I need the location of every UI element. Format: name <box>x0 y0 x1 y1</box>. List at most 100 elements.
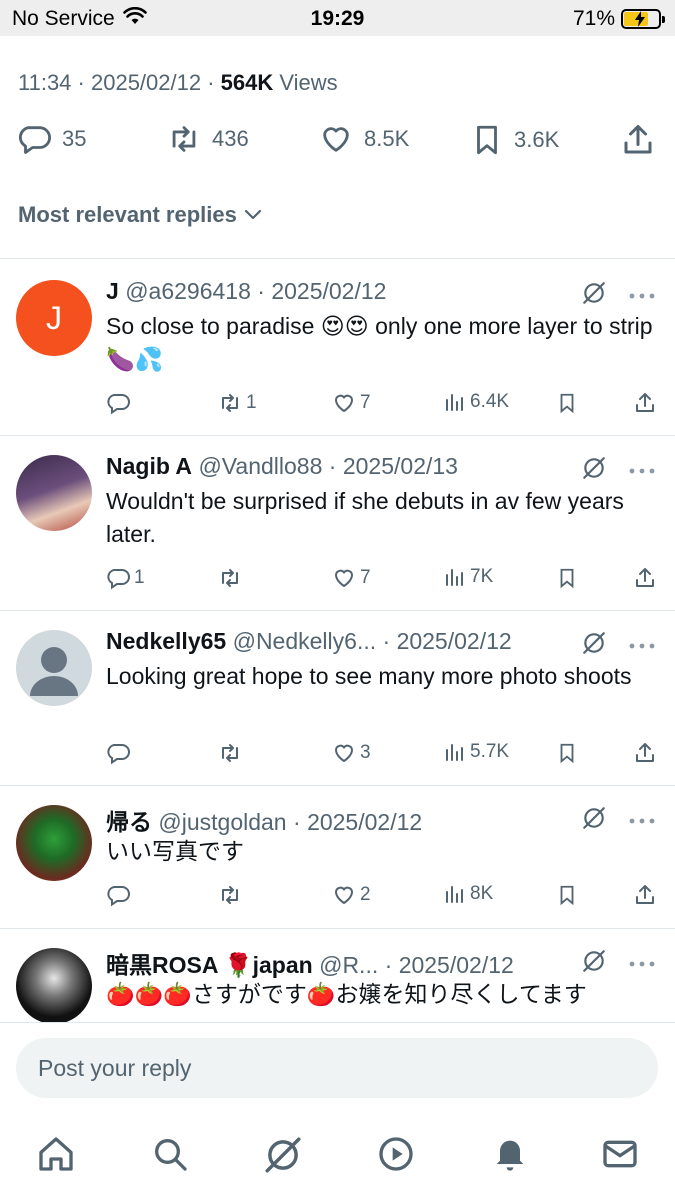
views-button[interactable]: 5.7K <box>444 741 509 763</box>
bottom-tab-bar <box>0 1120 675 1200</box>
reply-date: 2025/02/12 <box>396 628 512 654</box>
reply-date: 2025/02/12 <box>271 278 387 304</box>
handle[interactable]: @justgoldan <box>158 809 286 835</box>
reply-count: 35 <box>62 126 87 151</box>
display-name[interactable]: Nagib A <box>106 453 192 479</box>
divider <box>0 258 675 259</box>
play-icon <box>376 1137 416 1178</box>
reply-item[interactable]: 暗黒ROSA 🌹japan @R... · 2025/02/12 🍅🍅🍅さすがで… <box>0 946 675 1022</box>
repost-count: 436 <box>212 126 249 151</box>
more-icon[interactable] <box>629 637 655 655</box>
grok-icon[interactable] <box>581 948 607 979</box>
reply-header: J @a6296418 · 2025/02/12 <box>106 278 387 304</box>
home-tab[interactable] <box>36 1134 76 1179</box>
display-name[interactable]: J <box>106 278 119 304</box>
grok-icon[interactable] <box>581 455 607 486</box>
divider <box>0 610 675 611</box>
reply-actions: 1 7 6.4K <box>106 391 661 421</box>
post-date: 2025/02/12 <box>90 70 202 95</box>
post-meta: 11:34 · 2025/02/12 · 564K Views <box>18 70 338 95</box>
video-tab[interactable] <box>376 1134 416 1179</box>
reply-input[interactable]: Post your reply <box>16 1038 658 1098</box>
like-button[interactable]: 2 <box>332 883 371 907</box>
repost-icon <box>166 122 202 156</box>
bookmark-button[interactable] <box>556 391 578 415</box>
reply-actions: 3 5.7K <box>106 741 661 771</box>
share-button[interactable] <box>633 883 657 907</box>
share-button[interactable] <box>633 391 657 415</box>
share-button[interactable] <box>620 122 656 158</box>
like-stat[interactable]: 8.5K <box>318 122 409 156</box>
more-icon[interactable] <box>629 462 655 480</box>
battery-percent: 71% <box>572 7 615 30</box>
repost-stat[interactable]: 436 <box>166 122 249 156</box>
search-icon <box>150 1139 190 1178</box>
display-name[interactable]: 帰る <box>106 809 152 835</box>
reply-item[interactable]: Nedkelly65 @Nedkelly6... · 2025/02/12 Lo… <box>0 628 675 784</box>
reply-actions: 2 8K <box>106 883 661 913</box>
handle[interactable]: @Nedkelly6... <box>233 628 377 654</box>
display-name[interactable]: 暗黒ROSA 🌹japan <box>106 952 313 978</box>
handle[interactable]: @a6296418 <box>125 278 251 304</box>
reply-item[interactable]: 帰る @justgoldan · 2025/02/12 いい写真です 2 8K <box>0 803 675 927</box>
display-name[interactable]: Nedkelly65 <box>106 628 226 654</box>
reply-header: 帰る @justgoldan · 2025/02/12 <box>106 809 423 835</box>
reply-header: 暗黒ROSA 🌹japan @R... · 2025/02/12 <box>106 952 514 978</box>
like-button[interactable]: 7 <box>332 566 371 590</box>
grok-icon[interactable] <box>581 630 607 661</box>
divider <box>0 1022 675 1023</box>
grok-icon[interactable] <box>581 805 607 836</box>
reply-text: Looking great hope to see many more phot… <box>106 663 632 689</box>
repost-button[interactable] <box>218 883 246 907</box>
bookmark-button[interactable] <box>556 741 578 765</box>
search-tab[interactable] <box>150 1134 190 1179</box>
handle[interactable]: @Vandllo88 <box>198 453 322 479</box>
handle[interactable]: @R... <box>319 952 378 978</box>
reply-item[interactable]: Nagib A @Vandllo88 · 2025/02/13 Wouldn't… <box>0 453 675 609</box>
reply-sort-label: Most relevant replies <box>18 202 237 227</box>
like-button[interactable]: 7 <box>332 391 371 415</box>
reply-button[interactable]: 1 <box>106 566 145 590</box>
like-button[interactable]: 3 <box>332 741 371 765</box>
views-count: 564K <box>220 70 274 95</box>
status-bar: No Service 19:29 71% <box>0 0 675 36</box>
reply-icon <box>16 122 52 156</box>
more-icon[interactable] <box>629 287 655 305</box>
reply-text: So close to paradise 😍😍 only one more la… <box>106 313 653 372</box>
avatar[interactable] <box>16 948 92 1022</box>
share-button[interactable] <box>633 741 657 765</box>
share-button[interactable] <box>633 566 657 590</box>
repost-button[interactable]: 1 <box>218 391 257 415</box>
avatar[interactable] <box>16 805 92 881</box>
reply-button[interactable] <box>106 741 134 765</box>
reply-button[interactable] <box>106 883 134 907</box>
reply-stat[interactable]: 35 <box>16 122 86 156</box>
reply-sort-dropdown[interactable]: Most relevant replies <box>18 202 263 228</box>
bookmark-button[interactable] <box>556 883 578 907</box>
views-button[interactable]: 7K <box>444 566 493 588</box>
grok-tab[interactable] <box>262 1134 304 1181</box>
bookmark-button[interactable] <box>556 566 578 590</box>
avatar[interactable]: J <box>16 280 92 356</box>
share-icon <box>620 122 656 158</box>
avatar[interactable] <box>16 630 92 706</box>
grok-icon[interactable] <box>581 280 607 311</box>
bookmark-stat[interactable]: 3.6K <box>470 122 559 158</box>
repost-button[interactable] <box>218 741 246 765</box>
views-button[interactable]: 6.4K <box>444 391 509 413</box>
reply-button[interactable] <box>106 391 134 415</box>
divider <box>0 928 675 929</box>
reply-text: 🍅🍅🍅さすがです🍅お嬢を知り尽くしてます <box>106 981 587 1007</box>
reply-header: Nagib A @Vandllo88 · 2025/02/13 <box>106 453 458 479</box>
messages-tab[interactable] <box>600 1134 640 1179</box>
notifications-tab[interactable] <box>490 1134 530 1179</box>
reply-item[interactable]: J J @a6296418 · 2025/02/12 So close to p… <box>0 278 675 434</box>
repost-button[interactable] <box>218 566 246 590</box>
bookmark-count: 3.6K <box>514 127 560 152</box>
more-icon[interactable] <box>629 955 655 973</box>
avatar[interactable] <box>16 455 92 531</box>
views-button[interactable]: 8K <box>444 883 493 905</box>
more-icon[interactable] <box>629 812 655 830</box>
bookmark-icon <box>470 122 504 158</box>
like-count: 8.5K <box>364 126 410 151</box>
